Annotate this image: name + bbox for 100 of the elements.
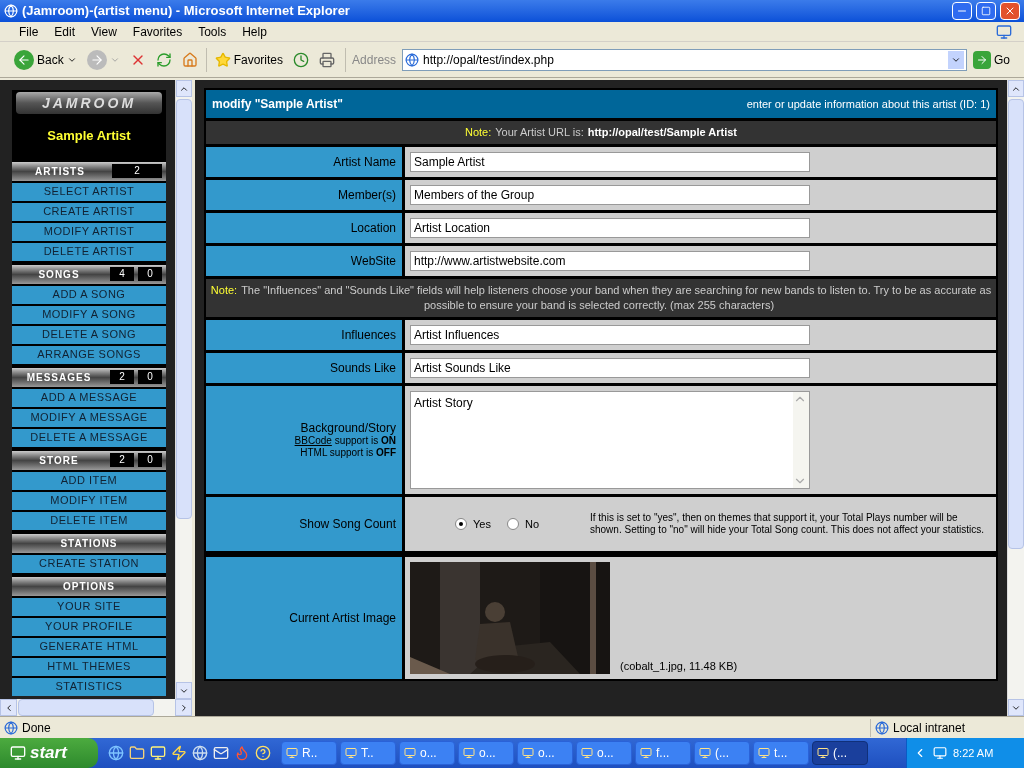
menu-link[interactable]: ADD ITEM (12, 471, 166, 490)
menu-link[interactable]: MODIFY ARTIST (12, 222, 166, 241)
menu-link[interactable]: GENERATE HTML (12, 637, 166, 656)
support-note: HTML support is OFF (300, 447, 396, 459)
field-label: Artist Name (333, 154, 396, 171)
menu-link[interactable]: CREATE STATION (12, 554, 166, 573)
vertical-scrollbar[interactable] (1007, 80, 1024, 716)
favorites-button[interactable]: Favorites (210, 48, 288, 71)
menu-link[interactable]: MODIFY A SONG (12, 305, 166, 324)
menu-item[interactable]: Help (235, 22, 274, 41)
close-button[interactable] (1000, 2, 1020, 20)
menu-link[interactable]: HTML THEMES (12, 657, 166, 676)
monitor-icon (286, 747, 298, 759)
taskbar-button[interactable]: f... (635, 741, 691, 765)
monitor-icon (581, 747, 593, 759)
field-label: Background/Story (300, 421, 396, 435)
count-badge: 2 (110, 453, 134, 467)
monitor-icon (345, 747, 357, 759)
menu-link[interactable]: CREATE ARTIST (12, 202, 166, 221)
text-field[interactable]: Sample Artist (410, 152, 810, 172)
taskbar-button[interactable]: o... (399, 741, 455, 765)
menu-link[interactable]: YOUR PROFILE (12, 617, 166, 636)
scroll-down-button[interactable] (176, 682, 192, 699)
home-icon (181, 51, 198, 68)
folder-icon[interactable] (129, 745, 145, 761)
radio-label: No (524, 516, 539, 532)
field-label: WebSite (350, 253, 396, 270)
menu-link[interactable]: ADD A MESSAGE (12, 388, 166, 407)
clock-icon (293, 51, 310, 68)
monitor-icon (699, 747, 711, 759)
menu-link[interactable]: DELETE A SONG (12, 325, 166, 344)
scroll-up-button[interactable] (1008, 80, 1024, 97)
taskbar-button[interactable]: o... (576, 741, 632, 765)
menu-link[interactable]: ADD A SONG (12, 285, 166, 304)
taskbar-button[interactable]: o... (458, 741, 514, 765)
minimize-button[interactable] (952, 2, 972, 20)
start-button[interactable]: start (0, 738, 98, 768)
menu-link[interactable]: STATISTICS (12, 677, 166, 696)
back-button[interactable]: Back (10, 47, 81, 72)
support-note: support is ON (334, 435, 396, 447)
monitor-icon[interactable] (933, 746, 947, 760)
address-field[interactable]: http://opal/test/index.php (402, 48, 967, 71)
text-field[interactable]: Artist Sounds Like (410, 358, 810, 378)
address-label: Address (352, 51, 397, 69)
lightning-icon[interactable] (171, 745, 187, 761)
globe-icon[interactable] (192, 745, 208, 761)
story-textarea[interactable]: Artist Story (410, 391, 810, 489)
menu-link[interactable]: YOUR SITE (12, 597, 166, 616)
scroll-down-button[interactable] (1008, 699, 1024, 716)
radio-button[interactable] (506, 518, 519, 530)
scroll-thumb[interactable] (1008, 99, 1024, 549)
textarea-scrollbar[interactable] (793, 392, 809, 488)
menu-link[interactable]: DELETE A MESSAGE (12, 428, 166, 447)
mail-icon[interactable] (213, 745, 229, 761)
artist-name: Sample Artist (46, 127, 132, 145)
scroll-left-button[interactable] (0, 699, 17, 716)
radio-button[interactable] (455, 518, 467, 530)
text-field[interactable]: Artist Location (410, 218, 810, 238)
text-field[interactable]: Artist Influences (410, 325, 810, 345)
menu-link[interactable]: DELETE ARTIST (12, 242, 166, 261)
taskbar-button[interactable]: (... (812, 741, 868, 765)
menu-link[interactable]: SELECT ARTIST (12, 182, 166, 201)
maximize-button[interactable] (976, 2, 996, 20)
monitor-icon (758, 747, 770, 759)
taskbar-button[interactable]: o... (517, 741, 573, 765)
text-field[interactable]: http://www.artistwebsite.com (410, 251, 810, 271)
taskbar-button[interactable]: t... (753, 741, 809, 765)
go-button[interactable]: Go (969, 48, 1014, 71)
vertical-scrollbar[interactable] (175, 80, 192, 699)
section-title: OPTIONS (62, 579, 116, 594)
bbcode-link[interactable]: BBCode (294, 435, 332, 447)
menu-item[interactable]: File (12, 22, 46, 41)
textarea-value: Artist Story (413, 395, 474, 412)
flame-icon[interactable] (234, 745, 250, 761)
menu-link[interactable]: ARRANGE SONGS (12, 345, 166, 364)
section-title: STATIONS (59, 536, 119, 551)
scroll-right-button[interactable] (175, 699, 192, 716)
scroll-up-button[interactable] (176, 80, 192, 97)
help-icon[interactable] (255, 745, 271, 761)
taskbar-button[interactable]: T.. (340, 741, 396, 765)
scroll-thumb[interactable] (18, 699, 154, 716)
text-field[interactable]: Members of the Group (410, 185, 810, 205)
globe-icon[interactable] (108, 745, 124, 761)
address-dropdown[interactable] (948, 50, 964, 69)
scroll-thumb[interactable] (176, 99, 192, 519)
monitor-icon[interactable] (150, 745, 166, 761)
image-caption: (cobalt_1.jpg, 11.48 KB) (620, 658, 738, 674)
taskbar-button[interactable]: (... (694, 741, 750, 765)
menu-link[interactable]: MODIFY ITEM (12, 491, 166, 510)
menu-item[interactable]: Tools (191, 22, 234, 41)
horizontal-scrollbar[interactable] (0, 699, 192, 716)
menu-link[interactable]: MODIFY A MESSAGE (12, 408, 166, 427)
section-title: SONGS (37, 267, 81, 282)
maximize-icon (981, 6, 991, 16)
menu-item[interactable]: Edit (47, 22, 83, 41)
monitor-icon (463, 747, 475, 759)
menu-item[interactable]: View (84, 22, 124, 41)
menu-link[interactable]: DELETE ITEM (12, 511, 166, 530)
taskbar-button[interactable]: R.. (281, 741, 337, 765)
menu-item[interactable]: Favorites (125, 22, 190, 41)
